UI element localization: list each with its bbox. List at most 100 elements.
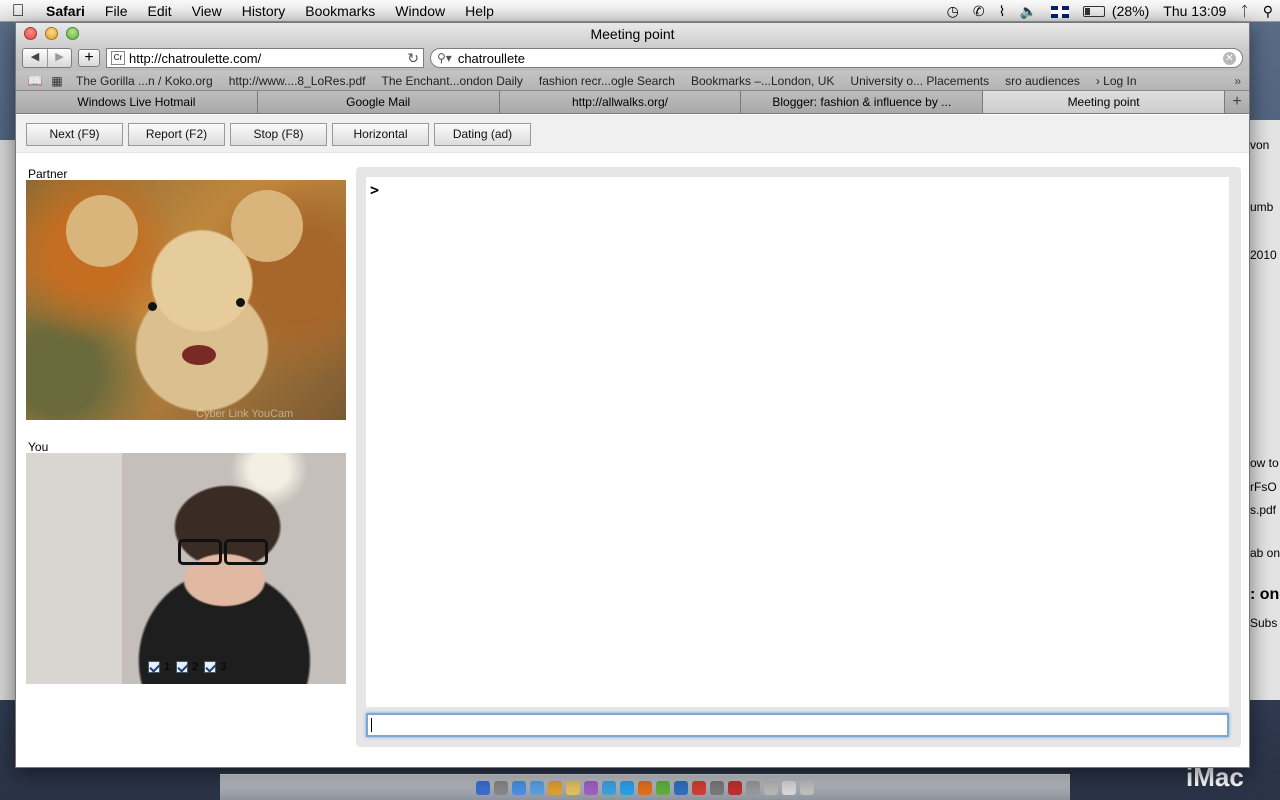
zoom-window-button[interactable] bbox=[66, 27, 79, 40]
trash-icon[interactable] bbox=[800, 780, 814, 795]
url-text[interactable]: http://chatroulette.com/ bbox=[129, 51, 407, 66]
spotlight-search-icon[interactable]: ⚲ bbox=[1256, 0, 1280, 22]
search-icon[interactable]: ⚲▾ bbox=[437, 51, 452, 65]
bookmark-item[interactable]: The Enchant...ondon Daily bbox=[373, 74, 530, 88]
address-book-icon[interactable] bbox=[566, 780, 580, 795]
apple-menu-icon[interactable]:  bbox=[0, 1, 36, 21]
app-icon[interactable] bbox=[656, 780, 670, 795]
option-label-3: 3 bbox=[220, 661, 227, 673]
bookmark-item[interactable]: fashion recr...ogle Search bbox=[531, 74, 683, 88]
horizontal-button[interactable]: Horizontal bbox=[332, 123, 429, 146]
bg-fragment: rFsO bbox=[1250, 480, 1277, 494]
close-window-button[interactable] bbox=[24, 27, 37, 40]
bear-ear bbox=[231, 190, 303, 262]
more-bookmarks-chevron-icon[interactable]: » bbox=[1234, 74, 1241, 88]
phone-icon[interactable]: ✆ bbox=[966, 0, 992, 22]
battery-icon[interactable] bbox=[1076, 0, 1112, 22]
video-options: 1 2 3 bbox=[148, 661, 228, 673]
app-icon[interactable] bbox=[728, 780, 742, 795]
stop-button[interactable]: Stop (F8) bbox=[230, 123, 327, 146]
word-icon[interactable] bbox=[674, 780, 688, 795]
bg-fragment: von bbox=[1250, 138, 1270, 152]
ical-icon[interactable] bbox=[548, 780, 562, 795]
bear-ear bbox=[66, 195, 138, 267]
mail-icon[interactable] bbox=[512, 780, 526, 795]
documents-icon[interactable] bbox=[764, 780, 778, 795]
option-label-2: 2 bbox=[192, 661, 199, 673]
tab-bar: Windows Live Hotmail Google Mail http://… bbox=[16, 91, 1249, 114]
background-window-right: von umb 2010 ow to rFsO s.pdf ab on : on… bbox=[1250, 120, 1280, 700]
menu-bookmarks[interactable]: Bookmarks bbox=[295, 0, 385, 22]
menu-file[interactable]: File bbox=[95, 0, 138, 22]
menu-window[interactable]: Window bbox=[385, 0, 455, 22]
search-value[interactable]: chatroullete bbox=[458, 51, 1223, 66]
tab-blogger[interactable]: Blogger: fashion & influence by ... bbox=[741, 91, 984, 113]
tab-allwalks[interactable]: http://allwalks.org/ bbox=[499, 91, 742, 113]
glasses bbox=[178, 539, 268, 565]
bg-fragment: s.pdf bbox=[1250, 503, 1277, 517]
firefox-icon[interactable] bbox=[638, 780, 652, 795]
add-bookmark-button[interactable]: + bbox=[78, 49, 100, 67]
volume-icon[interactable]: 🔈 bbox=[1012, 0, 1043, 22]
open-book-icon[interactable]: 📖 bbox=[24, 74, 46, 88]
search-field[interactable]: ⚲▾ chatroullete ✕ bbox=[430, 48, 1243, 68]
bookmark-item[interactable]: sro audiences bbox=[997, 74, 1088, 88]
tab-hotmail[interactable]: Windows Live Hotmail bbox=[16, 91, 258, 113]
wifi-icon[interactable]: ⌇ bbox=[992, 0, 1013, 22]
bookmark-item[interactable]: The Gorilla ...n / Koko.org bbox=[68, 74, 221, 88]
downloads-icon[interactable] bbox=[782, 780, 796, 795]
tab-google-mail[interactable]: Google Mail bbox=[257, 91, 500, 113]
next-button[interactable]: Next (F9) bbox=[26, 123, 123, 146]
menu-view[interactable]: View bbox=[182, 0, 232, 22]
option-checkbox-3[interactable] bbox=[204, 661, 217, 673]
bluetooth-icon[interactable]: ᛏ bbox=[1233, 0, 1255, 22]
bg-fragment: : on bbox=[1250, 586, 1280, 603]
menubar-clock[interactable]: Thu 13:09 bbox=[1156, 0, 1233, 22]
finder-icon[interactable] bbox=[476, 780, 490, 795]
app-icon[interactable] bbox=[692, 780, 706, 795]
option-checkbox-1[interactable] bbox=[148, 661, 160, 673]
bookmarks-bar: 📖 ▦ The Gorilla ...n / Koko.org http://w… bbox=[16, 71, 1249, 91]
bear-nose bbox=[182, 345, 216, 365]
bg-fragment: 2010 bbox=[1250, 248, 1277, 262]
minimize-window-button[interactable] bbox=[45, 27, 58, 40]
chat-input[interactable] bbox=[366, 713, 1229, 737]
reload-icon[interactable]: ↻ bbox=[407, 50, 419, 67]
preferences-icon[interactable] bbox=[746, 780, 760, 795]
browser-toolbar: ◀ ▶ + Cr http://chatroulette.com/ ↻ ⚲▾ c… bbox=[16, 45, 1249, 71]
address-bar[interactable]: Cr http://chatroulette.com/ ↻ bbox=[106, 48, 424, 68]
tab-meeting-point[interactable]: Meeting point bbox=[983, 91, 1225, 113]
menu-help[interactable]: Help bbox=[455, 0, 504, 22]
report-button[interactable]: Report (F2) bbox=[128, 123, 225, 146]
new-tab-button[interactable]: + bbox=[1224, 91, 1249, 113]
menu-edit[interactable]: Edit bbox=[137, 0, 181, 22]
top-sites-grid-icon[interactable]: ▦ bbox=[46, 74, 68, 88]
clear-search-icon[interactable]: ✕ bbox=[1223, 51, 1236, 65]
dating-ad-button[interactable]: Dating (ad) bbox=[434, 123, 531, 146]
bg-fragment: ow to bbox=[1250, 456, 1279, 470]
dashboard-icon[interactable] bbox=[494, 780, 508, 795]
option-checkbox-2[interactable] bbox=[176, 661, 189, 673]
menu-history[interactable]: History bbox=[232, 0, 296, 22]
skype-icon[interactable] bbox=[620, 780, 634, 795]
itunes-icon[interactable] bbox=[584, 780, 598, 795]
menu-safari[interactable]: Safari bbox=[36, 0, 95, 22]
window-titlebar[interactable]: Meeting point bbox=[16, 23, 1249, 45]
site-favicon-icon: Cr bbox=[111, 51, 125, 65]
option-label-1: 1 bbox=[164, 661, 171, 673]
bookmark-item[interactable]: › Log In bbox=[1088, 74, 1145, 88]
safari-icon[interactable] bbox=[530, 780, 544, 795]
partner-label: Partner bbox=[28, 167, 68, 181]
bookmark-item[interactable]: Bookmarks –...London, UK bbox=[683, 74, 842, 88]
self-video bbox=[26, 453, 346, 684]
back-button[interactable]: ◀ bbox=[23, 49, 47, 67]
input-flag-icon[interactable] bbox=[1044, 0, 1076, 22]
app-icon[interactable] bbox=[710, 780, 724, 795]
bookmark-item[interactable]: University o... Placements bbox=[842, 74, 997, 88]
forward-button[interactable]: ▶ bbox=[47, 49, 71, 67]
iphoto-icon[interactable] bbox=[602, 780, 616, 795]
bookmark-item[interactable]: http://www....8_LoRes.pdf bbox=[221, 74, 374, 88]
bg-fragment: umb bbox=[1250, 200, 1274, 214]
chat-log[interactable]: > bbox=[366, 177, 1229, 707]
time-machine-icon[interactable]: ◷ bbox=[940, 0, 966, 22]
